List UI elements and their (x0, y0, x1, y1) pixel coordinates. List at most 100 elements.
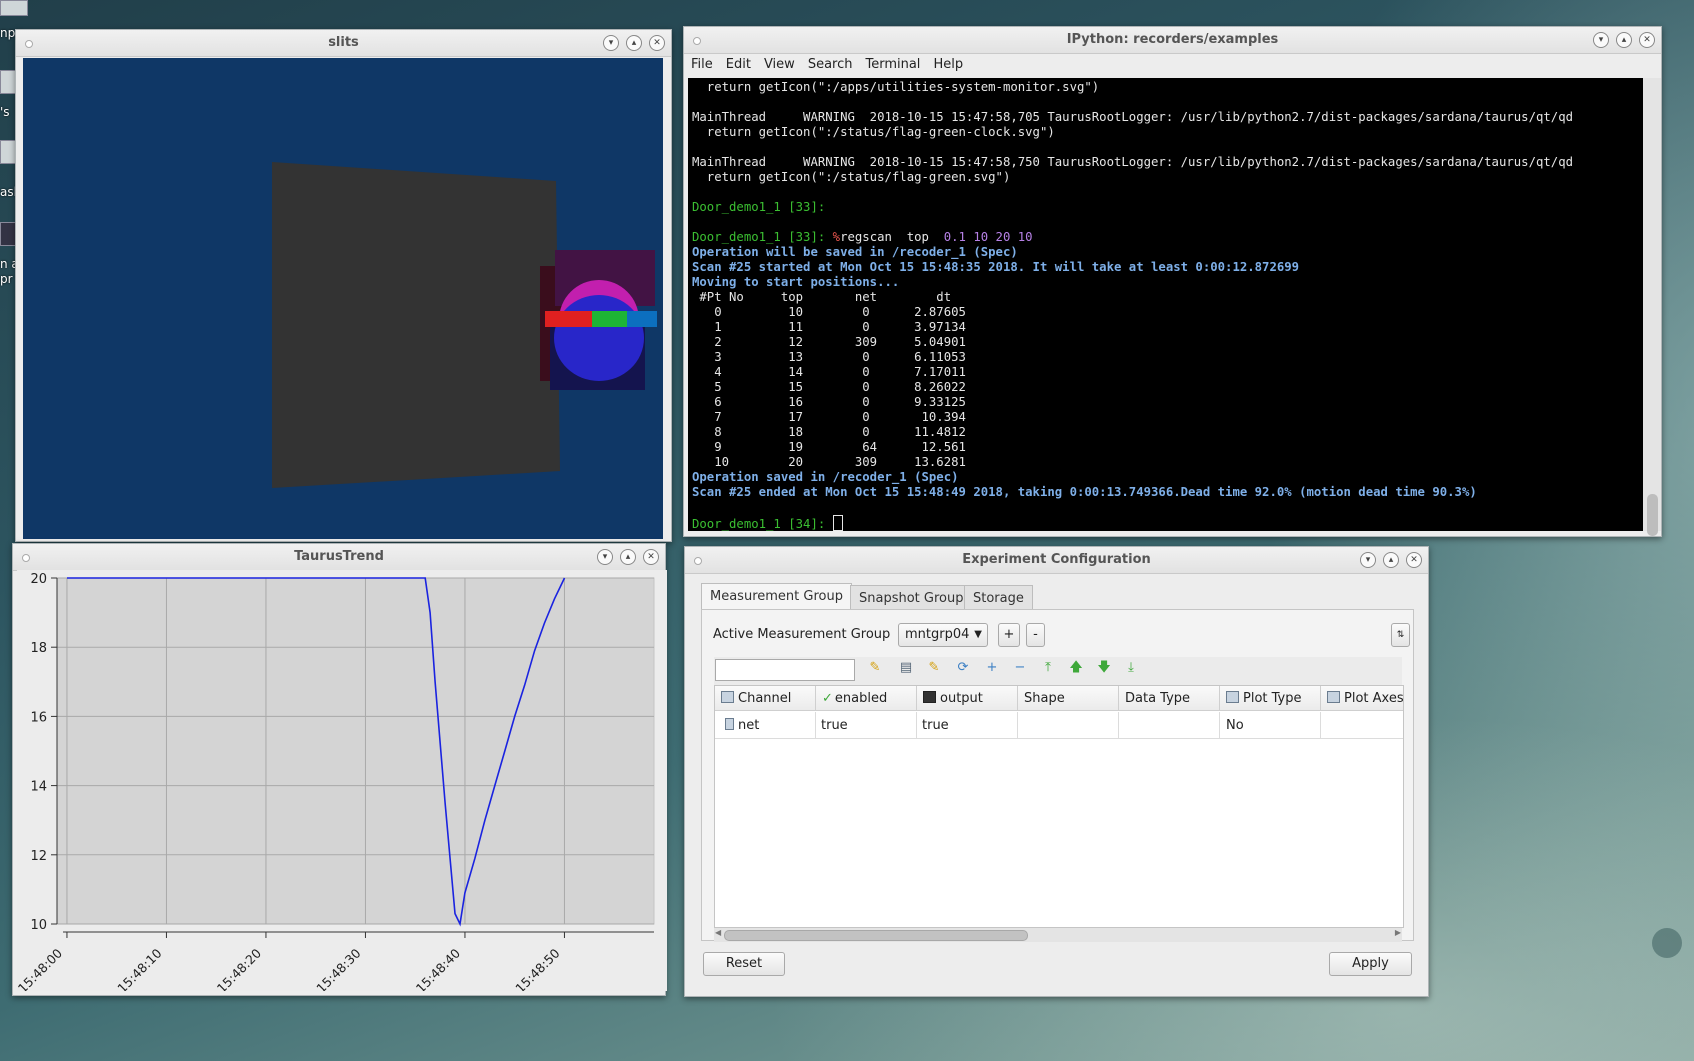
terminal-line: Scan #25 ended at Mon Oct 15 15:48:49 20… (692, 485, 1477, 499)
minimize-icon[interactable]: ▾ (1360, 552, 1376, 568)
menu-search[interactable]: Search (801, 54, 859, 72)
table-hscrollbar[interactable]: ◀ ▶ (714, 928, 1402, 942)
table-cell-channel[interactable]: net (715, 712, 816, 739)
terminal-line: MainThread WARNING 2018-10-15 15:47:58,7… (692, 110, 1573, 124)
table-cell-enabled[interactable]: true (816, 712, 917, 739)
menu-file[interactable]: File (684, 54, 719, 72)
tab-storage[interactable]: Storage (964, 585, 1033, 611)
refresh-icon[interactable]: ⟳ (956, 661, 970, 675)
terminal-line: Operation saved in /recoder_1 (Spec) (692, 470, 959, 484)
table-cell-shape[interactable] (1018, 712, 1119, 739)
table-hscroll-thumb[interactable] (724, 930, 1028, 941)
check-icon: ✓ (822, 691, 833, 706)
scroll-right-icon[interactable]: ▶ (1395, 928, 1401, 937)
ipython-prompt: Door_demo1_1 [33]: (692, 200, 826, 214)
trend-plot-area[interactable]: 10 12 14 16 18 20 15:48:00 15:48:10 15:48:20 15:4… (15, 570, 667, 996)
desktop-icon-trash[interactable] (0, 140, 16, 164)
taurustrend-title: TaurusTrend (294, 549, 384, 564)
move-up-icon[interactable]: 🡅 (1069, 661, 1083, 675)
taurustrend-titlebar[interactable]: TaurusTrend ▾ ▴ ✕ (13, 544, 665, 571)
column-output[interactable]: output (917, 686, 1018, 711)
move-bottom-icon[interactable]: ⤓ (1124, 661, 1138, 675)
edit-channel-icon[interactable]: ✎ (927, 661, 941, 675)
x-tick-label: 15:48:30 (313, 945, 363, 991)
maximize-icon[interactable]: ▴ (626, 35, 642, 51)
y-tick-label: 20 (30, 572, 47, 587)
minimize-icon[interactable]: ▾ (597, 549, 613, 565)
y-tick-label: 16 (30, 710, 47, 725)
column-plot-type[interactable]: Plot Type (1220, 686, 1321, 711)
remove-group-button[interactable]: - (1026, 623, 1045, 647)
add-channel-icon[interactable]: + (985, 661, 999, 675)
terminal-line: return getIcon(":/status/flag-green-cloc… (692, 125, 1055, 139)
table-cell-plot-axes[interactable] (1321, 712, 1403, 739)
terminal-line: return getIcon(":/status/flag-green.svg"… (692, 170, 1011, 184)
trend-chart[interactable]: 10 12 14 16 18 20 15:48:00 15:48:10 15:48:20 15:4… (15, 570, 661, 996)
clear-filter-icon[interactable]: ✎ (868, 661, 882, 675)
column-channel[interactable]: Channel (715, 686, 816, 711)
desktop-icon-computer[interactable] (0, 0, 28, 16)
column-plot-axes[interactable]: Plot Axes (1321, 686, 1403, 711)
desktop-widget[interactable] (1652, 928, 1682, 958)
y-tick-label: 18 (30, 641, 47, 656)
menu-help[interactable]: Help (926, 54, 969, 72)
close-icon[interactable]: ✕ (643, 549, 659, 565)
scan-row: 6 16 0 9.33125 (692, 395, 966, 409)
table-cell-output[interactable]: true (917, 712, 1018, 739)
ipython-terminal-window: IPython: recorders/examples ▾ ▴ ✕ File Ed… (683, 26, 1662, 537)
add-group-button[interactable]: + (998, 623, 1020, 647)
move-down-icon[interactable]: 🡇 (1097, 661, 1111, 675)
terminal-scroll-thumb[interactable] (1647, 494, 1658, 536)
maximize-icon[interactable]: ▴ (620, 549, 636, 565)
terminal-output[interactable]: return getIcon(":/apps/utilities-system-… (688, 78, 1650, 531)
scan-row: 3 13 0 6.11053 (692, 350, 966, 364)
close-icon[interactable]: ✕ (1639, 32, 1655, 48)
active-group-select[interactable]: mntgrp04 ▼ (898, 623, 988, 647)
chevron-down-icon: ▼ (974, 629, 982, 640)
scan-table-header: #Pt No top net dt (692, 290, 952, 304)
scan-row: 8 18 0 11.4812 (692, 425, 966, 439)
expconf-titlebar[interactable]: Experiment Configuration ▾ ▴ ✕ (685, 547, 1428, 574)
desktop-icon-home[interactable] (0, 70, 16, 94)
desktop-icon-label: 's (0, 105, 10, 119)
channel-table[interactable]: Channel ✓ enabled output Shape Data Type … (714, 685, 1404, 928)
menu-edit[interactable]: Edit (719, 54, 757, 72)
tab-measurement-group[interactable]: Measurement Group (701, 583, 852, 611)
reload-icon[interactable]: ⇅ (1391, 623, 1410, 647)
scan-row: 2 12 309 5.04901 (692, 335, 966, 349)
terminal-titlebar[interactable]: IPython: recorders/examples ▾ ▴ ✕ (684, 27, 1661, 54)
move-top-icon[interactable]: ⤒ (1041, 661, 1055, 675)
remove-channel-icon[interactable]: − (1013, 661, 1027, 675)
select-channel-icon[interactable]: ▤ (899, 661, 913, 675)
column-shape[interactable]: Shape (1018, 686, 1119, 711)
minimize-icon[interactable]: ▾ (1593, 32, 1609, 48)
scan-row: 10 20 309 13.6281 (692, 455, 966, 469)
column-data-type[interactable]: Data Type (1119, 686, 1220, 711)
table-cell-plot-type[interactable]: No (1220, 712, 1321, 739)
slits-titlebar[interactable]: slits ▾ ▴ ✕ (16, 30, 671, 57)
command-line: Door_demo1_1 [33]: %regscan top 0.1 10 2… (692, 230, 1033, 245)
sphere-lower (554, 295, 644, 381)
apply-button[interactable]: Apply (1329, 952, 1412, 976)
menu-view[interactable]: View (757, 54, 801, 72)
scroll-left-icon[interactable]: ◀ (715, 928, 721, 937)
desktop-icon-app[interactable] (0, 222, 16, 246)
terminal-scrollbar[interactable] (1643, 78, 1661, 536)
column-enabled[interactable]: ✓ enabled (816, 686, 917, 711)
table-cell-data-type[interactable] (1119, 712, 1220, 739)
maximize-icon[interactable]: ▴ (1383, 552, 1399, 568)
measurement-group-panel: Active Measurement Group mntgrp04 ▼ + - … (701, 609, 1414, 942)
close-icon[interactable]: ✕ (1406, 552, 1422, 568)
reset-button[interactable]: Reset (703, 952, 785, 976)
tab-snapshot-group[interactable]: Snapshot Group (850, 585, 973, 611)
maximize-icon[interactable]: ▴ (1616, 32, 1632, 48)
slits-3d-view[interactable] (23, 58, 663, 539)
close-icon[interactable]: ✕ (649, 35, 665, 51)
active-group-value: mntgrp04 (905, 627, 970, 642)
command-line: Door_demo1_1 [34]: (692, 515, 843, 531)
minimize-icon[interactable]: ▾ (603, 35, 619, 51)
expconf-title: Experiment Configuration (962, 552, 1151, 567)
y-tick-label: 12 (30, 849, 47, 864)
filter-input[interactable] (715, 659, 855, 681)
menu-terminal[interactable]: Terminal (858, 54, 926, 72)
